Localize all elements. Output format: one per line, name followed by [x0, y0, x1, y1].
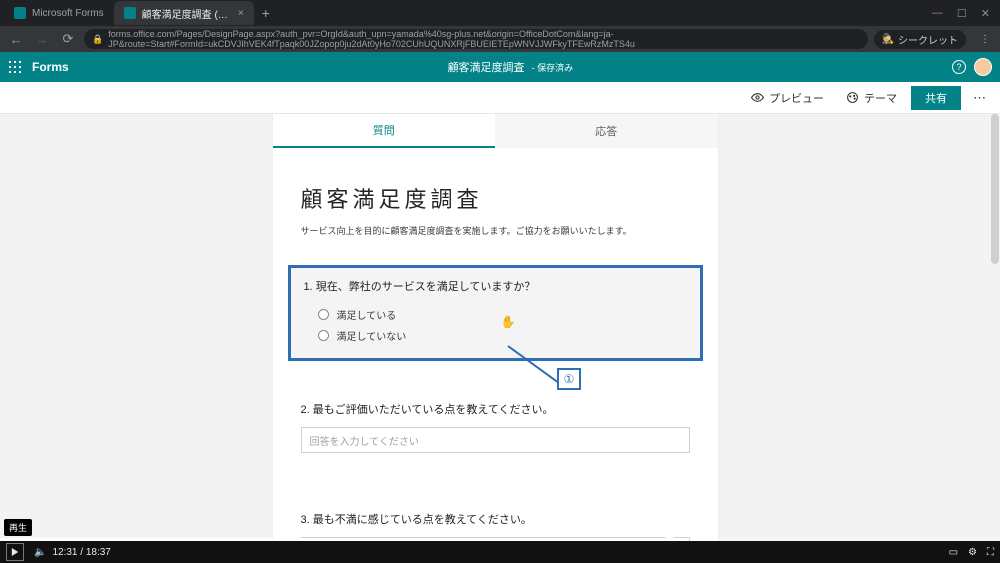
more-button[interactable]: ⋯: [967, 86, 992, 110]
tab-responses-label: 応答: [595, 123, 617, 139]
question-2[interactable]: 2. 最もご評価いただいている点を教えてください。 回答を入力してください: [288, 391, 703, 465]
cursor-icon: ✋: [501, 315, 516, 329]
toolbar-right: 🕵️ シークレット ⋮: [874, 30, 994, 49]
maximize-icon[interactable]: ☐: [957, 7, 967, 20]
placeholder-text: 回答を入力してください: [310, 433, 419, 448]
tab-title: Microsoft Forms: [32, 8, 104, 19]
fullscreen-icon[interactable]: ⛶: [987, 547, 994, 558]
volume-icon[interactable]: 🔈: [34, 547, 46, 558]
favicon-icon: [124, 7, 136, 19]
close-window-icon[interactable]: ✕: [981, 7, 990, 20]
eye-icon: [751, 91, 764, 104]
close-icon[interactable]: ×: [238, 8, 244, 19]
subtitles-icon[interactable]: ▭: [949, 547, 958, 558]
replay-badge[interactable]: 再生: [4, 519, 32, 536]
incognito-icon: 🕵️: [882, 34, 894, 45]
video-player-bar: 🔈 12:31 / 18:37 ▭ ⚙ ⛶: [0, 541, 1000, 563]
reload-button[interactable]: ⟳: [58, 29, 78, 49]
forward-button[interactable]: →: [32, 29, 52, 49]
question-3[interactable]: 3. 最も不満に感じている点を教えてください。 回答を入力してください: [288, 501, 703, 541]
window-controls: — ☐ ✕: [922, 7, 1000, 20]
vertical-scrollbar[interactable]: [990, 114, 1000, 541]
question-3-title: 3. 最も不満に感じている点を教えてください。: [301, 511, 690, 527]
preview-button[interactable]: プレビュー: [743, 86, 832, 110]
tab-responses[interactable]: 応答: [495, 114, 718, 148]
tab-questions-label: 質問: [373, 122, 395, 138]
favicon-icon: [14, 7, 26, 19]
option-label: 満足している: [337, 307, 397, 322]
card-tabs: 質問 応答: [273, 114, 718, 148]
tab-questions[interactable]: 質問: [273, 114, 496, 148]
address-bar[interactable]: 🔒 forms.office.com/Pages/DesignPage.aspx…: [84, 29, 868, 49]
theme-label: テーマ: [864, 90, 897, 106]
new-tab-button[interactable]: +: [254, 5, 278, 21]
callout-marker: ①: [557, 368, 581, 390]
preview-label: プレビュー: [769, 90, 824, 106]
command-bar: プレビュー テーマ 共有 ⋯: [0, 82, 1000, 114]
browser-tab-2[interactable]: 顧客満足度調査 (編集) Microsoft ×: [114, 1, 254, 25]
doc-title: 顧客満足度調査: [448, 62, 525, 74]
question-1-option-1[interactable]: 満足している: [304, 304, 687, 325]
incognito-chip[interactable]: 🕵️ シークレット: [874, 30, 966, 49]
time-display: 12:31 / 18:37: [52, 547, 110, 558]
back-button[interactable]: ←: [6, 29, 26, 49]
play-button[interactable]: [6, 543, 24, 561]
browser-chrome: Microsoft Forms 顧客満足度調査 (編集) Microsoft ×…: [0, 0, 1000, 52]
question-2-title: 2. 最もご評価いただいている点を教えてください。: [301, 401, 690, 417]
app-launcher-button[interactable]: [0, 61, 30, 73]
question-1-title: 1. 現在、弊社のサービスを満足していますか？: [304, 278, 687, 294]
callout-label: ①: [564, 372, 575, 386]
save-state: - 保存済み: [532, 63, 574, 73]
question-1[interactable]: 1. 現在、弊社のサービスを満足していますか？ 満足している 満足していない: [288, 265, 703, 361]
tab-strip: Microsoft Forms 顧客満足度調査 (編集) Microsoft ×…: [0, 0, 1000, 26]
browser-menu-button[interactable]: ⋮: [976, 34, 994, 45]
scrollbar-thumb[interactable]: [991, 114, 999, 264]
palette-icon: [846, 91, 859, 104]
share-button[interactable]: 共有: [911, 86, 961, 110]
current-time: 12:31: [52, 547, 77, 558]
theme-button[interactable]: テーマ: [838, 86, 905, 110]
canvas: 質問 応答 顧客満足度調査 サービス向上を目的に顧客満足度調査を実施します。ご協…: [0, 114, 990, 541]
tab-title: 顧客満足度調査 (編集) Microsoft: [142, 6, 232, 21]
toolbar: ← → ⟳ 🔒 forms.office.com/Pages/DesignPag…: [0, 26, 1000, 52]
settings-icon[interactable]: ⚙: [968, 547, 977, 558]
app-name[interactable]: Forms: [32, 60, 69, 74]
radio-icon: [318, 330, 329, 341]
form-title[interactable]: 顧客満足度調査: [301, 182, 690, 214]
radio-icon: [318, 309, 329, 320]
time-sep: /: [77, 547, 85, 558]
incognito-label: シークレット: [898, 32, 958, 47]
browser-tab-1[interactable]: Microsoft Forms: [4, 1, 114, 25]
help-icon[interactable]: ?: [952, 60, 966, 74]
question-1-option-2[interactable]: 満足していない: [304, 325, 687, 346]
app-body: プレビュー テーマ 共有 ⋯ 質問 応答 顧客満足度調査 サービス向上を目的に顧…: [0, 82, 1000, 541]
url-text: forms.office.com/Pages/DesignPage.aspx?a…: [108, 29, 859, 49]
doc-title-area[interactable]: 顧客満足度調査 - 保存済み: [69, 59, 952, 75]
form-subtitle[interactable]: サービス向上を目的に顧客満足度調査を実施します。ご協力をお願いいたします。: [301, 224, 690, 237]
forms-app-bar: Forms 顧客満足度調査 - 保存済み ?: [0, 52, 1000, 82]
avatar[interactable]: [974, 58, 992, 76]
option-label: 満足していない: [337, 328, 407, 343]
share-label: 共有: [925, 93, 947, 105]
lock-icon: 🔒: [92, 34, 103, 45]
total-time: 18:37: [86, 547, 111, 558]
question-2-input[interactable]: 回答を入力してください: [301, 427, 690, 453]
minimize-icon[interactable]: —: [932, 7, 943, 20]
form-card: 質問 応答 顧客満足度調査 サービス向上を目的に顧客満足度調査を実施します。ご協…: [273, 114, 718, 541]
